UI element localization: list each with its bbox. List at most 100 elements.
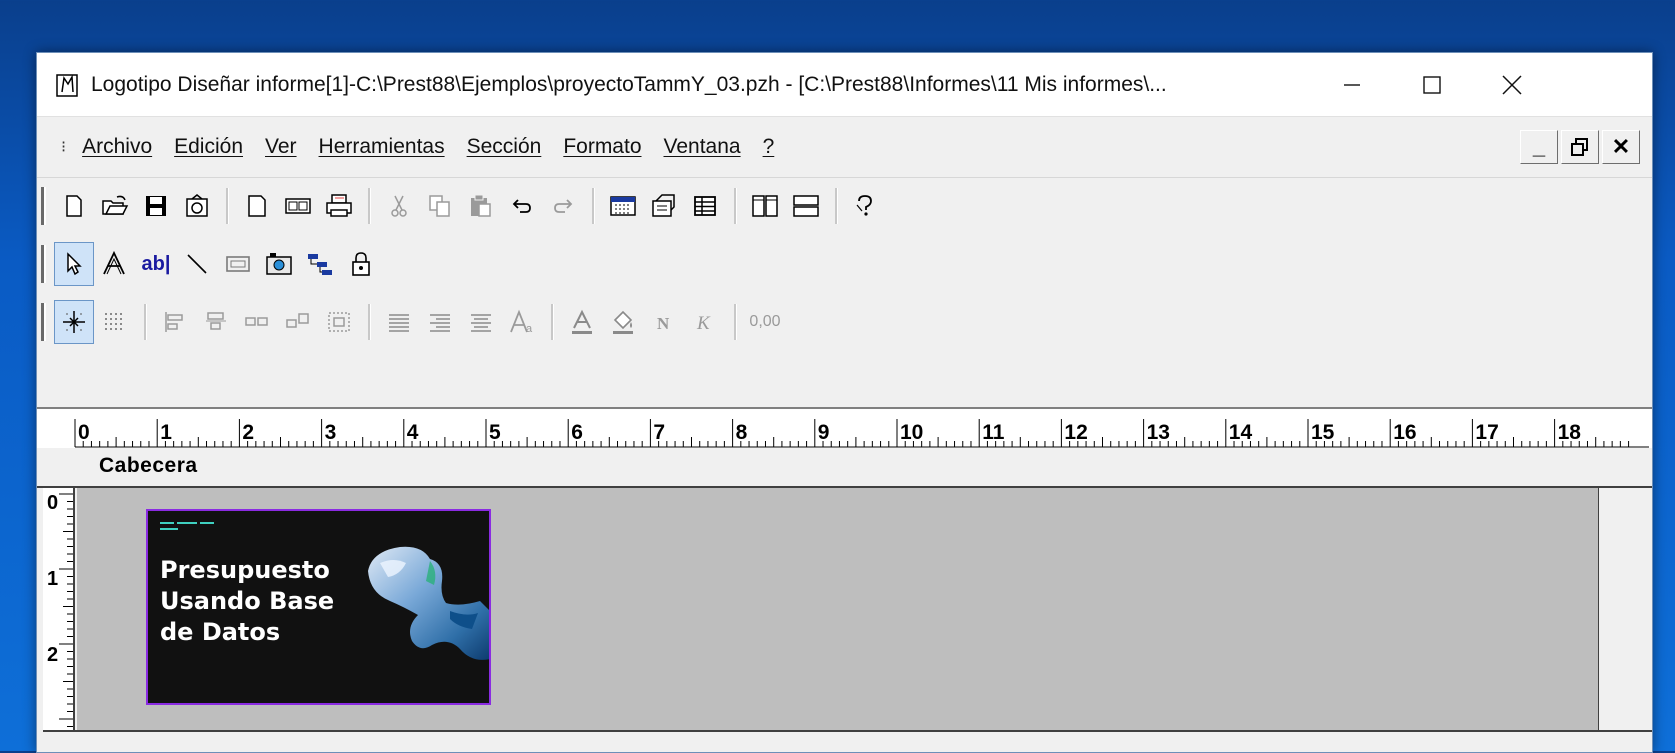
toolbar-grip[interactable] [41, 245, 46, 283]
align-top-icon [206, 312, 226, 330]
underline-font-button[interactable] [562, 300, 602, 344]
print-button[interactable] [319, 184, 359, 228]
section-body[interactable]: Presupuesto Usando Base de Datos [77, 488, 1599, 730]
toolbar-grip[interactable] [41, 187, 46, 225]
menu-help[interactable]: ? [763, 135, 775, 159]
close-button[interactable] [1482, 53, 1542, 116]
same-height-icon [286, 313, 309, 328]
align-left-icon [165, 312, 183, 332]
bold-button[interactable]: N [644, 300, 684, 344]
title-bar[interactable]: Logotipo Diseñar informe[1]-C:\Prest88\E… [37, 53, 1652, 117]
mdi-restore-button[interactable] [1561, 130, 1599, 164]
text-center-button[interactable] [461, 300, 501, 344]
mdi-controls: _ ✕ [1517, 130, 1640, 164]
line-tool-button[interactable] [177, 242, 217, 286]
open-folder-icon [102, 195, 129, 215]
distribute-icon [328, 312, 350, 332]
properties-button[interactable] [644, 184, 684, 228]
line-icon [187, 254, 207, 274]
mdi-minimize-button[interactable]: _ [1520, 130, 1558, 164]
align-top-button[interactable] [196, 300, 236, 344]
menu-herramientas[interactable]: Herramientas [319, 135, 445, 159]
menu-archivo[interactable]: Archivo [82, 135, 152, 159]
number-format-button[interactable]: 0,00 [745, 300, 785, 344]
copy-button[interactable] [420, 184, 460, 228]
new-button[interactable] [54, 184, 94, 228]
text-left-button[interactable] [379, 300, 419, 344]
rectangle-tool-button[interactable] [218, 242, 258, 286]
menu-formato[interactable]: Formato [563, 135, 641, 159]
format-toolbar: a N K 0,00 [37, 294, 1652, 350]
ruler-number: 4 [406, 421, 419, 444]
text-field-tool-button[interactable]: ab| [136, 242, 176, 286]
fill-color-button[interactable] [603, 300, 643, 344]
svg-text:K: K [696, 313, 711, 334]
pointer-tool-button[interactable] [54, 242, 94, 286]
section-header[interactable]: Cabecera [37, 448, 1652, 488]
minimize-icon [1344, 83, 1360, 86]
system-menu-icon[interactable]: ⁝ [61, 137, 66, 157]
table-button[interactable] [685, 184, 725, 228]
menu-ventana[interactable]: Ventana [664, 135, 741, 159]
ruler-number: 18 [1557, 421, 1581, 444]
pointer-icon [67, 252, 82, 276]
same-height-button[interactable] [278, 300, 318, 344]
hierarchy-tool-button[interactable] [300, 242, 340, 286]
new-document-icon [66, 195, 82, 217]
font-button[interactable]: a [502, 300, 542, 344]
rows-button[interactable] [786, 184, 826, 228]
menu-seccion[interactable]: Sección [467, 135, 542, 159]
align-left-button[interactable] [155, 300, 195, 344]
italic-button[interactable]: K [685, 300, 725, 344]
preview-button[interactable] [278, 184, 318, 228]
show-grid-button[interactable] [95, 300, 135, 344]
logo-title: Presupuesto Usando Base de Datos [160, 555, 380, 648]
logo-small-mark [160, 522, 214, 530]
menu-edicion[interactable]: Edición [174, 135, 243, 159]
calendar-button[interactable] [603, 184, 643, 228]
ruler-number: 7 [653, 421, 666, 444]
toolbar-separator [368, 188, 371, 224]
columns-button[interactable] [745, 184, 785, 228]
vertical-ruler-number: 0 [47, 492, 59, 514]
lock-icon [352, 252, 370, 276]
new-page-button[interactable] [237, 184, 277, 228]
minimize-button[interactable] [1322, 53, 1382, 116]
report-designer-window: Logotipo Diseñar informe[1]-C:\Prest88\E… [36, 52, 1653, 753]
number-format-icon: 0,00 [749, 313, 781, 330]
toolbar-separator [144, 304, 147, 340]
help-icon [856, 195, 872, 216]
text-style-tool-button[interactable] [95, 242, 135, 286]
text-right-icon [430, 314, 450, 332]
ruler-number: 6 [571, 421, 583, 444]
cut-icon [391, 195, 407, 217]
same-width-button[interactable] [237, 300, 277, 344]
help-button[interactable] [846, 184, 886, 228]
ruler-number: 1 [160, 421, 172, 444]
save-as-icon [186, 194, 208, 217]
lock-tool-button[interactable] [341, 242, 381, 286]
maximize-button[interactable] [1402, 53, 1462, 116]
redo-button[interactable] [543, 184, 583, 228]
cut-button[interactable] [379, 184, 419, 228]
undo-button[interactable] [502, 184, 542, 228]
rectangle-icon [226, 256, 250, 272]
maximize-icon [1423, 75, 1441, 94]
text-right-button[interactable] [420, 300, 460, 344]
open-button[interactable] [95, 184, 135, 228]
italic-icon: K [696, 313, 711, 334]
logo-image-element[interactable]: Presupuesto Usando Base de Datos [146, 509, 491, 705]
toolbar-separator [734, 304, 737, 340]
menu-ver[interactable]: Ver [265, 135, 297, 159]
snap-grid-button[interactable] [54, 300, 94, 344]
tools-toolbar: ab| [37, 236, 1652, 292]
image-tool-button[interactable] [259, 242, 299, 286]
design-area[interactable]: Cabecera 0 1 2 Presupuesto Usando Base d… [37, 448, 1652, 752]
toolbar-grip[interactable] [41, 303, 46, 341]
preview-icon [285, 198, 311, 214]
save-button[interactable] [136, 184, 176, 228]
paste-button[interactable] [461, 184, 501, 228]
mdi-close-button[interactable]: ✕ [1602, 130, 1640, 164]
distribute-button[interactable] [319, 300, 359, 344]
save-as-button[interactable] [177, 184, 217, 228]
